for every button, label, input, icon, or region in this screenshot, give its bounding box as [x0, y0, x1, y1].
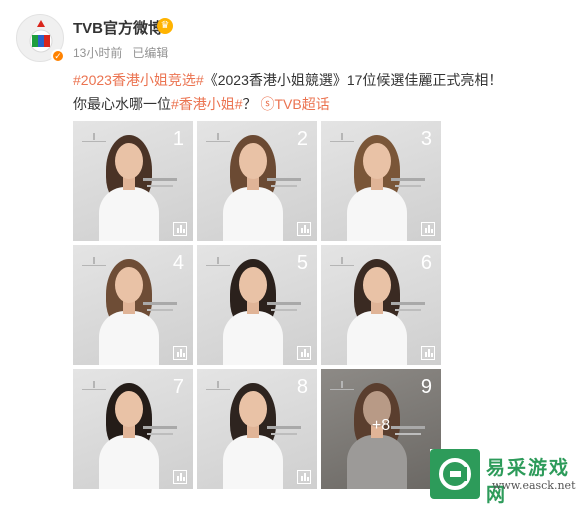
account-name[interactable]: TVB官方微博 [73, 17, 163, 38]
contestant-subname-mark [395, 185, 421, 187]
more-photos-count: +8 [371, 417, 391, 434]
person-top [99, 187, 159, 241]
stats-icon [173, 470, 187, 484]
pageant-logo-icon [206, 133, 230, 147]
contestant-name-mark [267, 178, 301, 181]
stats-icon [173, 346, 187, 360]
contestant-name-mark [143, 302, 177, 305]
contestant-number: 4 [172, 252, 184, 274]
pageant-logo-icon [330, 133, 354, 147]
hashtag-link[interactable]: #2023香港小姐竞选# [73, 72, 204, 88]
photo-tile[interactable]: 8 [197, 369, 317, 489]
contestant-subname-mark [147, 309, 173, 311]
stats-icon [297, 222, 311, 236]
photo-tile[interactable]: 3 [321, 121, 441, 241]
pageant-logo-icon [82, 257, 106, 271]
contestant-name-mark [143, 426, 177, 429]
person-face [363, 143, 391, 179]
contestant-number: 9 [420, 376, 432, 398]
contestant-number: 5 [296, 252, 308, 274]
stats-icon [297, 346, 311, 360]
person-top [223, 435, 283, 489]
person-face [363, 267, 391, 303]
super-topic-icon: ⓢ [260, 96, 275, 112]
pageant-logo-icon [82, 381, 106, 395]
pageant-logo-icon [206, 381, 230, 395]
photo-tile[interactable]: 4 [73, 245, 193, 365]
pageant-logo-icon [82, 133, 106, 147]
contestant-subname-mark [395, 309, 421, 311]
person-top [99, 435, 159, 489]
contestant-number: 2 [296, 128, 308, 150]
contestant-number: 8 [296, 376, 308, 398]
contestant-subname-mark [147, 433, 173, 435]
contestant-subname-mark [147, 185, 173, 187]
verified-icon: ✓ [51, 49, 65, 63]
stats-icon [297, 470, 311, 484]
contestant-name-mark [267, 302, 301, 305]
stats-icon [173, 222, 187, 236]
photo-tile[interactable]: 5 [197, 245, 317, 365]
person-top [99, 311, 159, 365]
photo-tile[interactable]: 6 [321, 245, 441, 365]
photo-tile[interactable]: 1 [73, 121, 193, 241]
person-top [347, 187, 407, 241]
person-top [223, 187, 283, 241]
watermark-url: www.easck.net [492, 479, 576, 492]
stats-icon [421, 346, 435, 360]
vip-crown-icon[interactable]: ♛ [157, 18, 173, 34]
contestant-name-mark [391, 178, 425, 181]
pageant-logo-icon [206, 257, 230, 271]
hashtag-link[interactable]: #香港小姐# [171, 96, 243, 112]
contestant-name-mark [391, 302, 425, 305]
contestant-subname-mark [271, 309, 297, 311]
contestant-number: 6 [420, 252, 432, 274]
watermark-logo-icon [430, 449, 480, 499]
post-text: #2023香港小姐竞选#《2023香港小姐競選》17位候選佳麗正式亮相！你最心水… [73, 68, 513, 116]
contestant-subname-mark [271, 185, 297, 187]
person-top [347, 435, 407, 489]
watermark: 易采游戏网 www.easck.net [430, 449, 584, 506]
post-punctuation: ？ [242, 96, 257, 112]
contestant-name-mark [267, 426, 301, 429]
post-meta: 13小时前 已编辑 [73, 44, 178, 61]
photo-tile[interactable]: 2 [197, 121, 317, 241]
edited-label[interactable]: 已编辑 [132, 46, 168, 60]
contestant-number: 3 [420, 128, 432, 150]
contestant-subname-mark [271, 433, 297, 435]
photo-tile-more[interactable]: 9 +8 [321, 369, 441, 489]
person-face [115, 143, 143, 179]
contestant-name-mark [143, 178, 177, 181]
person-top [347, 311, 407, 365]
pageant-logo-icon [330, 257, 354, 271]
contestant-number: 7 [172, 376, 184, 398]
post-time[interactable]: 13小时前 [73, 46, 122, 60]
person-face [115, 267, 143, 303]
super-topic-link[interactable]: ⓢTVB超话 [260, 96, 329, 112]
person-top [223, 311, 283, 365]
stats-icon [421, 222, 435, 236]
person-face [239, 391, 267, 427]
person-face [239, 267, 267, 303]
pageant-logo-icon [330, 381, 354, 395]
person-face [115, 391, 143, 427]
photo-tile[interactable]: 7 [73, 369, 193, 489]
contestant-number: 1 [172, 128, 184, 150]
person-face [239, 143, 267, 179]
